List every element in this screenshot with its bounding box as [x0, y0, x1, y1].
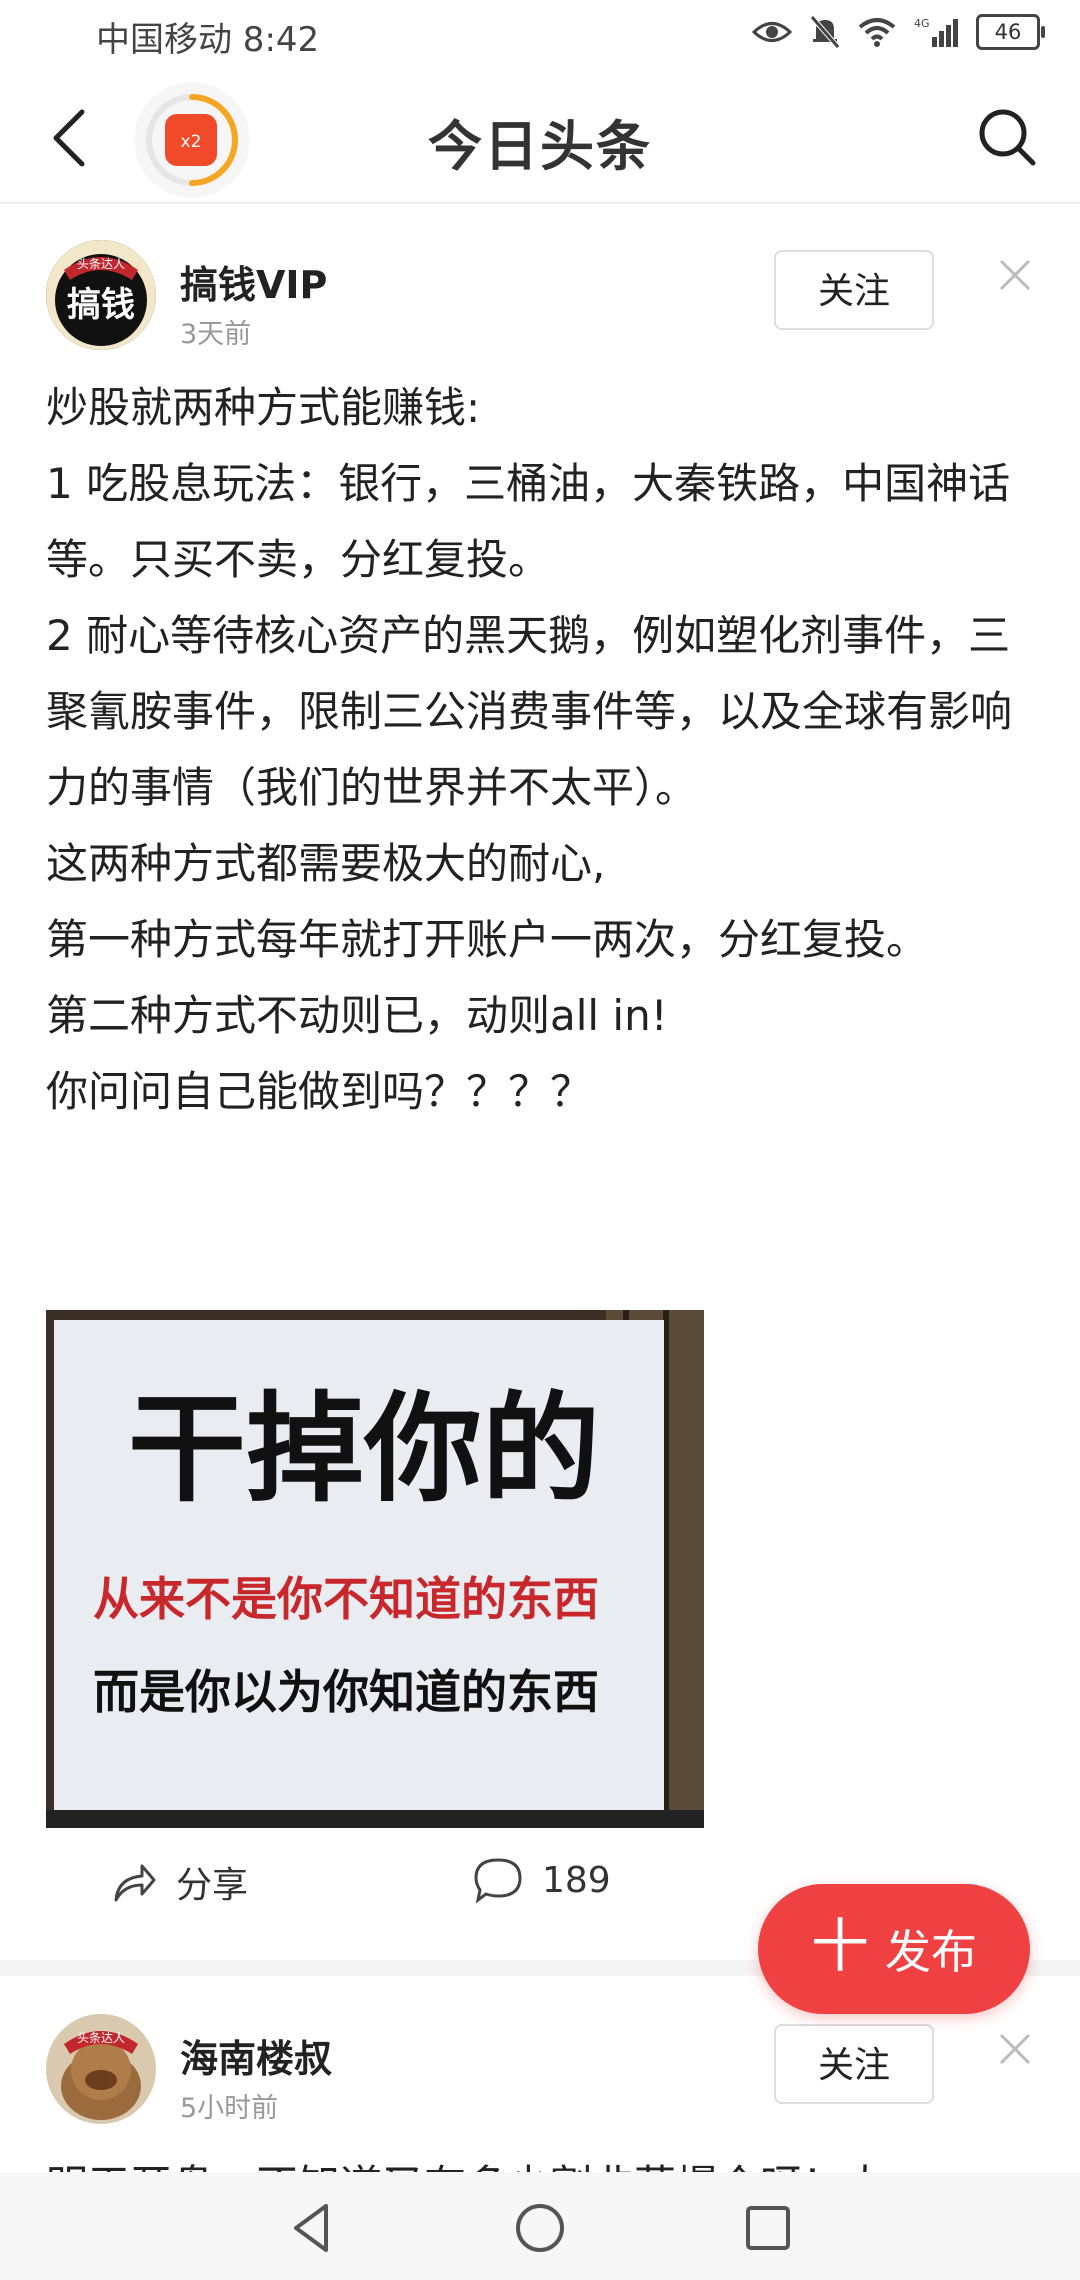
follow-button[interactable]: 关注 [774, 2024, 934, 2104]
svg-text:4G: 4G [914, 17, 930, 30]
avatar-text: 搞钱 [67, 285, 135, 325]
post-paragraph: 炒股就两种方式能赚钱: [46, 383, 481, 432]
image-line2: 而是你以为你知道的东西 [93, 1665, 599, 1719]
author-name[interactable]: 搞钱VIP [180, 254, 327, 309]
close-icon[interactable] [998, 258, 1032, 292]
share-button[interactable]: 分享 [110, 1856, 248, 1908]
back-triangle-icon[interactable] [282, 2198, 342, 2258]
mute-bell-icon [810, 15, 840, 49]
comment-icon [474, 1858, 522, 1904]
comment-button[interactable]: 189 [472, 1856, 611, 1904]
status-bar: 中国移动 8:42 4G 46 [0, 0, 1080, 70]
wifi-icon [858, 18, 896, 47]
image-headline: 干掉你的 [128, 1380, 600, 1518]
publish-label: 发布 [885, 1925, 977, 1979]
search-icon[interactable] [976, 106, 1038, 168]
follow-button[interactable]: 关注 [774, 250, 934, 330]
post-paragraph: 第一种方式每年就打开账户一两次，分红复投。 [46, 915, 929, 964]
post-image[interactable]: 干掉你的 从来不是你不知道的东西 而是你以为你知道的东西 [46, 1310, 704, 1828]
system-nav-bar [0, 2172, 1080, 2280]
comment-count: 189 [542, 1859, 611, 1901]
avatar-image: 头条达人 搞钱 [46, 240, 156, 350]
recents-square-icon[interactable] [738, 2198, 798, 2258]
share-label: 分享 [176, 1865, 249, 1906]
plus-icon: 十 [810, 1912, 869, 1980]
post-paragraph: 第二种方式不动则已，动则all in! [46, 991, 668, 1040]
post-paragraph: 这两种方式都需要极大的耐心, [46, 839, 606, 888]
image-sign: 干掉你的 从来不是你不知道的东西 而是你以为你知道的东西 [46, 1310, 704, 1828]
post-time: 3天前 [180, 319, 252, 350]
signal-4g-icon: 4G [914, 17, 958, 47]
post-body[interactable]: 炒股就两种方式能赚钱: 1 吃股息玩法：银行，三桶油，大秦铁路，中国神话等。只买… [46, 370, 1036, 1130]
app-title: 今日头条 [428, 115, 652, 178]
eye-icon [752, 22, 792, 42]
publish-button[interactable]: 十 发布 [758, 1884, 1030, 2014]
home-circle-icon[interactable] [510, 2198, 570, 2258]
post-paragraph: 1 吃股息玩法：银行，三桶油，大秦铁路，中国神话等。只买不卖，分红复投。 [46, 459, 1011, 584]
carrier-time: 中国移动 8:42 [96, 20, 320, 60]
avatar-image: 头条达人 [46, 2014, 156, 2124]
top-nav-bar: x2 今日头条 [0, 70, 1080, 204]
author-avatar[interactable]: 头条达人 [46, 2014, 156, 2124]
avatar-tag: 头条达人 [77, 257, 125, 271]
avatar-tag: 头条达人 [77, 2031, 125, 2045]
share-icon [114, 1864, 156, 1902]
image-line1: 从来不是你不知道的东西 [93, 1572, 599, 1626]
status-icons: 4G 46 [752, 14, 1045, 50]
post-header: 头条达人 搞钱 搞钱VIP 3天前 关注 [0, 240, 1080, 360]
close-icon[interactable] [998, 2032, 1032, 2066]
post-paragraph: 你问问自己能做到吗？？？？ [46, 1067, 593, 1116]
post-paragraph: 2 耐心等待核心资产的黑天鹅，例如塑化剂事件，三聚氰胺事件，限制三公消费事件等，… [46, 611, 1013, 812]
battery-indicator: 46 [976, 14, 1045, 50]
author-name[interactable]: 海南楼叔 [180, 2028, 332, 2083]
post-header: 头条达人 海南楼叔 5小时前 关注 [0, 2014, 1080, 2134]
author-avatar[interactable]: 头条达人 搞钱 [46, 240, 156, 350]
post-time: 5小时前 [180, 2093, 279, 2124]
